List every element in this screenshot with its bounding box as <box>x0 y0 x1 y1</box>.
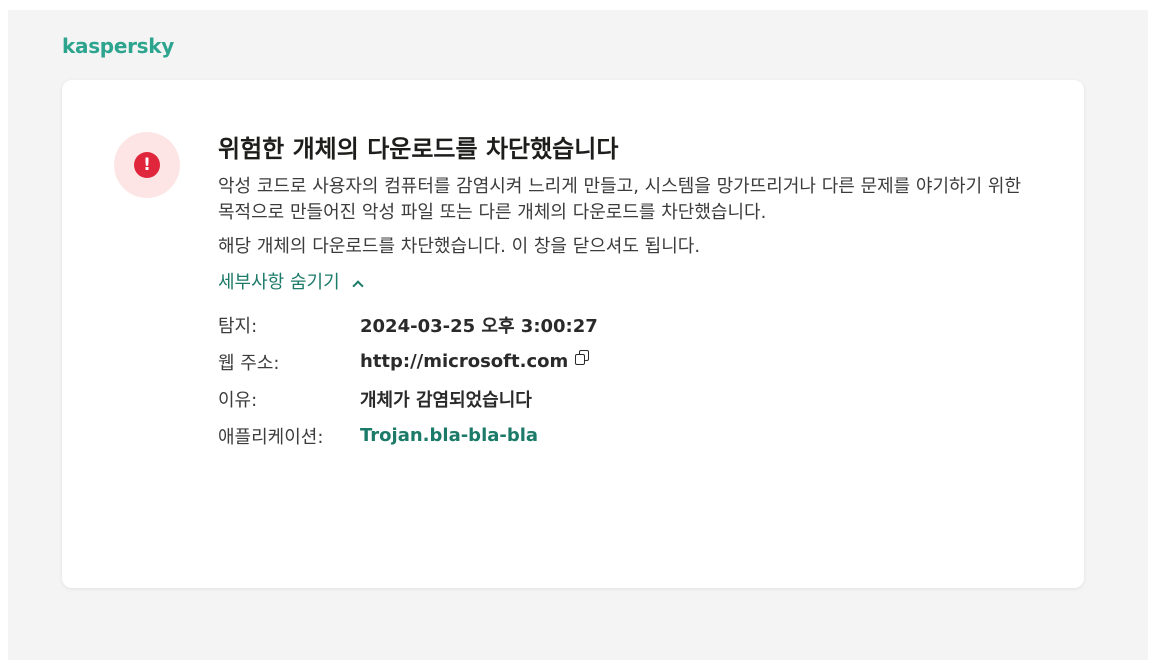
chevron-up-icon <box>351 279 364 292</box>
reason-label: 이유: <box>218 389 258 411</box>
alert-description: 악성 코드로 사용자의 컴퓨터를 감염시켜 느리게 만들고, 시스템을 망가뜨리… <box>218 176 1022 223</box>
reason-value: 개체가 감염되었습니다 <box>360 389 532 411</box>
alert-exclamation-icon: ! <box>134 152 160 178</box>
detail-row-web-address: 웹 주소: http://microsoft.com <box>218 343 1038 380</box>
web-address-value: http://microsoft.com <box>360 351 569 372</box>
application-value-link[interactable]: Trojan.bla-bla-bla <box>360 425 538 446</box>
detail-row-application: 애플리케이션: Trojan.bla-bla-bla <box>218 417 1038 454</box>
alert-icon-badge: ! <box>114 132 180 198</box>
web-address-value-wrap: http://microsoft.com <box>360 349 590 372</box>
web-address-label: 웹 주소: <box>218 352 280 374</box>
detected-value: 2024-03-25 오후 3:00:27 <box>360 315 598 337</box>
kaspersky-logo: kaspersky <box>62 34 174 58</box>
page-background: kaspersky ! 위험한 개체의 다운로드를 차단했습니다 악성 코드로 … <box>8 10 1148 660</box>
alert-title: 위험한 개체의 다운로드를 차단했습니다 <box>218 135 619 163</box>
detail-row-detected: 탐지: 2024-03-25 오후 3:00:27 <box>218 306 1038 343</box>
alert-note: 해당 개체의 다운로드를 차단했습니다. 이 창을 닫으셔도 됩니다. <box>218 236 701 257</box>
details-list: 탐지: 2024-03-25 오후 3:00:27 웹 주소: http://m… <box>218 306 1038 454</box>
hide-details-label: 세부사항 숨기기 <box>218 272 340 293</box>
detected-label: 탐지: <box>218 315 258 337</box>
detail-row-reason: 이유: 개체가 감염되었습니다 <box>218 380 1038 417</box>
alert-card: ! 위험한 개체의 다운로드를 차단했습니다 악성 코드로 사용자의 컴퓨터를 … <box>62 80 1084 588</box>
application-label: 애플리케이션: <box>218 426 324 448</box>
alert-content: 위험한 개체의 다운로드를 차단했습니다 악성 코드로 사용자의 컴퓨터를 감염… <box>218 132 1038 454</box>
copy-icon[interactable] <box>574 349 590 366</box>
hide-details-link[interactable]: 세부사항 숨기기 <box>218 270 364 296</box>
